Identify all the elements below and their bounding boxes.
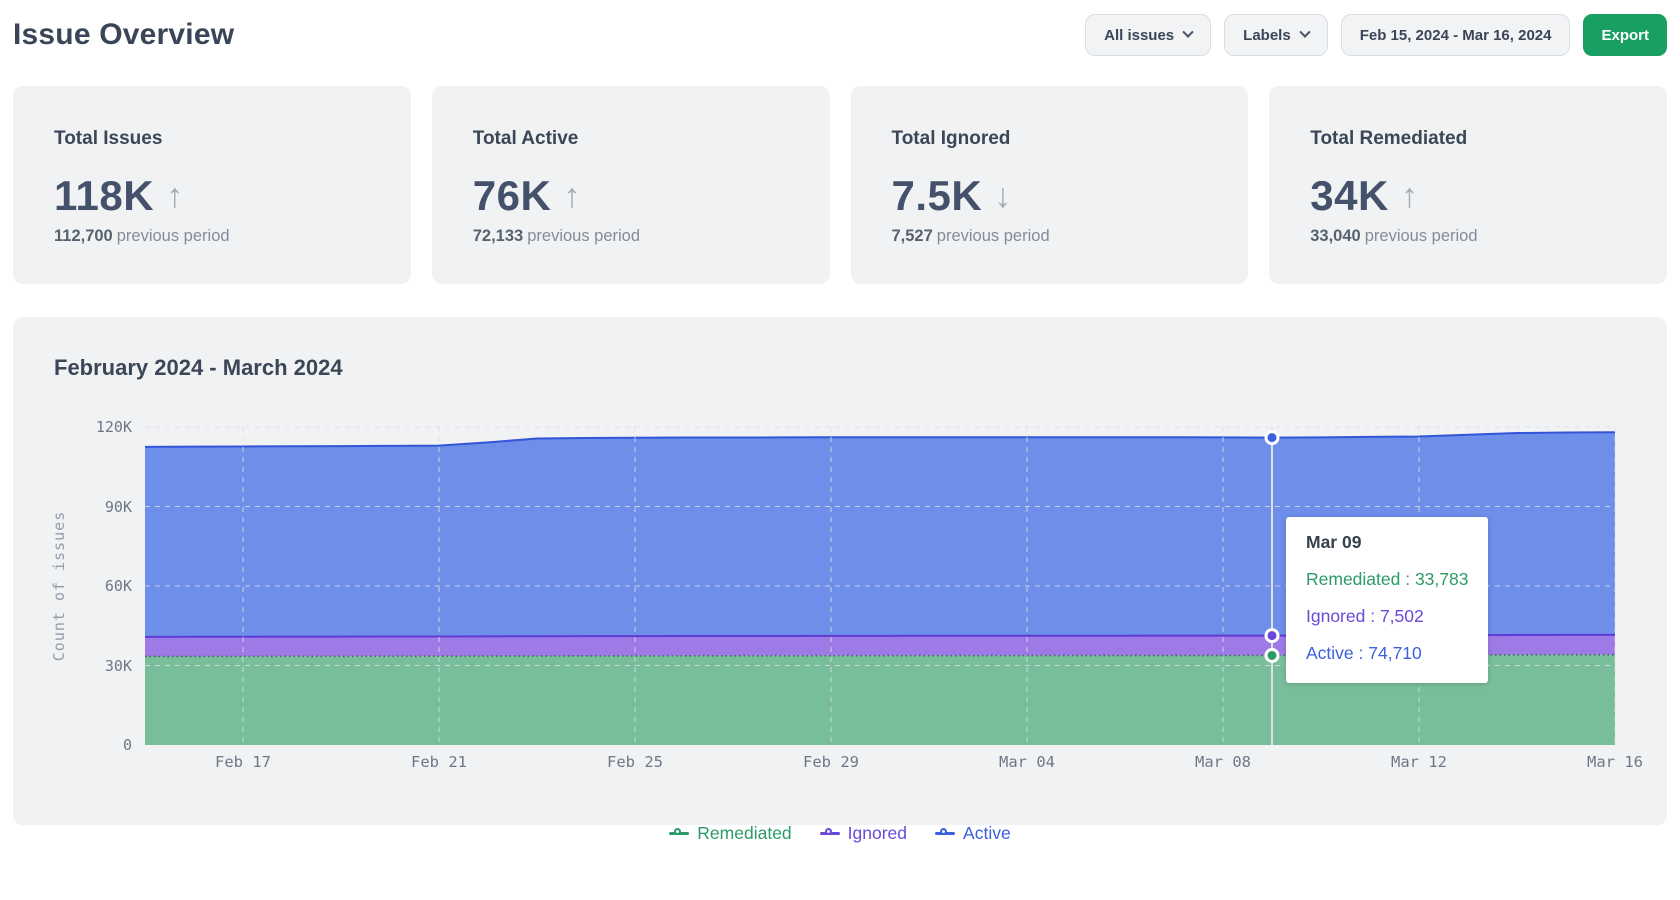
plot-area[interactable]: Count of issues 120K 90K 60K 30K 0 Feb 1… [145,427,1615,745]
trend-up-icon: ↑ [166,179,183,213]
x-tick: Feb 21 [411,753,467,771]
card-previous-period: 7,527previous period [892,227,1208,246]
chevron-down-icon [1299,27,1310,38]
labels-dropdown-label: Labels [1243,27,1291,44]
x-tick: Mar 08 [1195,753,1251,771]
card-total-active: Total Active 76K ↑ 72,133previous period [432,86,830,284]
ignored-series-marker-icon [820,829,840,838]
legend-label: Remediated [697,823,791,844]
x-tick: Feb 25 [607,753,663,771]
y-tick: 30K [105,657,132,675]
card-title: Total Active [473,128,789,150]
card-previous-period: 112,700previous period [54,227,370,246]
card-total-issues: Total Issues 118K ↑ 112,700previous peri… [13,86,411,284]
card-value: 118K [54,172,154,220]
x-tick: Feb 17 [215,753,271,771]
all-issues-dropdown-label: All issues [1104,27,1174,44]
card-previous-period: 33,040previous period [1310,227,1626,246]
y-tick: 0 [123,736,132,754]
remediated-series-marker-icon [669,829,689,838]
stat-cards-row: Total Issues 118K ↑ 112,700previous peri… [13,86,1667,284]
hover-marker-ignored [1266,630,1278,642]
x-tick: Feb 29 [803,753,859,771]
x-tick: Mar 04 [999,753,1055,771]
tooltip-active-value: Active : 74,710 [1306,643,1468,664]
trend-up-icon: ↑ [563,179,580,213]
y-axis-ticks: 120K 90K 60K 30K 0 [42,427,132,745]
trend-down-icon: ↓ [994,179,1011,213]
card-value: 34K [1310,172,1389,220]
legend-item-active[interactable]: Active [935,823,1011,844]
chart-tooltip: Mar 09 Remediated : 33,783 Ignored : 7,5… [1286,517,1488,683]
hover-marker-remediated [1266,649,1278,661]
card-title: Total Remediated [1310,128,1626,150]
x-tick: Mar 16 [1587,753,1643,771]
card-total-remediated: Total Remediated 34K ↑ 33,040previous pe… [1269,86,1667,284]
card-previous-period: 72,133previous period [473,227,789,246]
legend-item-remediated[interactable]: Remediated [669,823,791,844]
card-title: Total Issues [54,128,370,150]
labels-dropdown[interactable]: Labels [1224,14,1328,56]
chart: Count of issues 120K 90K 60K 30K 0 Feb 1… [54,427,1626,844]
y-tick: 60K [105,577,132,595]
y-tick: 120K [96,418,132,436]
card-value: 76K [473,172,552,220]
y-tick: 90K [105,498,132,516]
header-controls: All issues Labels Feb 15, 2024 - Mar 16,… [1085,14,1667,56]
page-title: Issue Overview [13,18,234,52]
chart-legend: Remediated Ignored Active [54,823,1626,844]
legend-item-ignored[interactable]: Ignored [820,823,907,844]
chart-title: February 2024 - March 2024 [54,355,1626,381]
card-title: Total Ignored [892,128,1208,150]
legend-label: Active [963,823,1011,844]
trend-up-icon: ↑ [1401,179,1418,213]
active-series-marker-icon [935,829,955,838]
date-range-picker[interactable]: Feb 15, 2024 - Mar 16, 2024 [1341,14,1571,56]
tooltip-date: Mar 09 [1306,532,1468,553]
date-range-label: Feb 15, 2024 - Mar 16, 2024 [1360,27,1552,44]
chart-panel: February 2024 - March 2024 Count of issu… [13,317,1667,825]
tooltip-ignored-value: Ignored : 7,502 [1306,606,1468,627]
card-value: 7.5K [892,172,983,220]
header: Issue Overview All issues Labels Feb 15,… [13,0,1667,56]
dashboard-page: Issue Overview All issues Labels Feb 15,… [0,0,1680,900]
export-button[interactable]: Export [1583,14,1667,56]
card-total-ignored: Total Ignored 7.5K ↓ 7,527previous perio… [851,86,1249,284]
x-axis-ticks: Feb 17 Feb 21 Feb 25 Feb 29 Mar 04 Mar 0… [145,753,1615,775]
x-tick: Mar 12 [1391,753,1447,771]
all-issues-dropdown[interactable]: All issues [1085,14,1211,56]
chevron-down-icon [1182,27,1193,38]
hover-marker-active [1266,432,1278,444]
legend-label: Ignored [848,823,907,844]
tooltip-remediated-value: Remediated : 33,783 [1306,569,1468,590]
